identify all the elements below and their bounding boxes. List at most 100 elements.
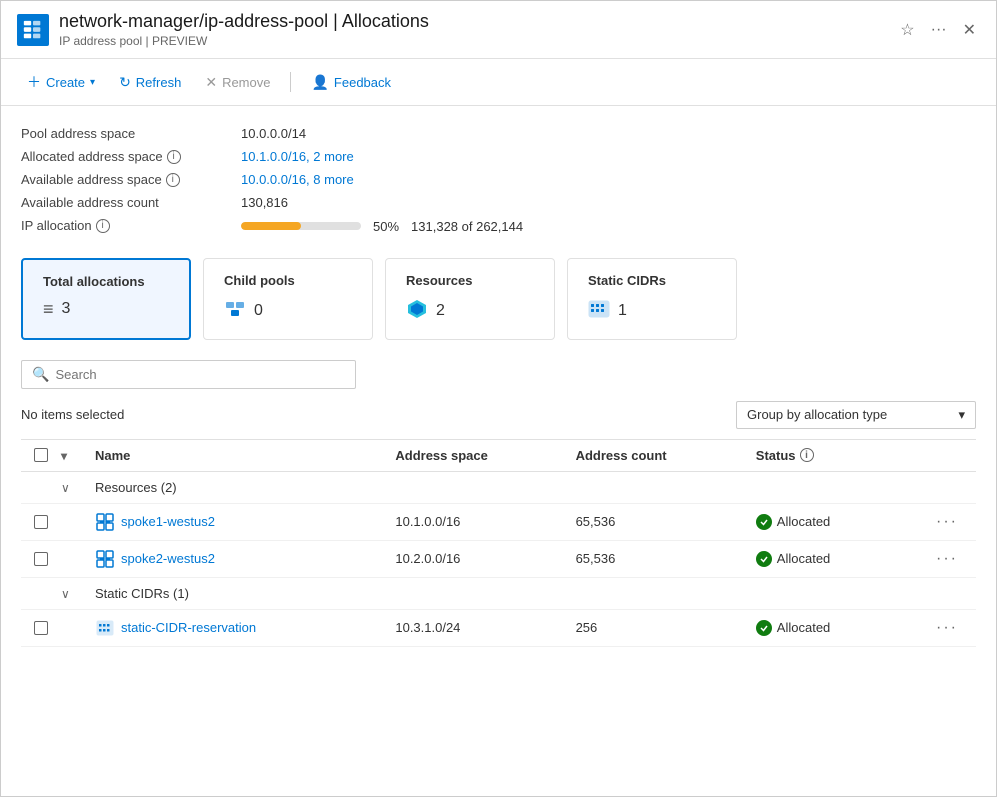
status-text-spoke2: Allocated bbox=[777, 551, 830, 566]
stat-cards-section: Total allocations ≡ 3 Child pools bbox=[21, 258, 976, 340]
chevron-down-icon: ▾ bbox=[958, 407, 965, 423]
row-status-cidr: Allocated bbox=[756, 620, 936, 636]
cidr-icon bbox=[588, 298, 610, 324]
row-check[interactable] bbox=[21, 621, 61, 635]
info-icon[interactable]: i bbox=[167, 150, 181, 164]
more-options-icon-row2[interactable]: ··· bbox=[936, 550, 958, 567]
status-check-icon-3 bbox=[756, 620, 772, 636]
app-icon bbox=[17, 14, 49, 46]
pool-address-space-value: 10.0.0.0/14 bbox=[241, 126, 306, 141]
remove-label: Remove bbox=[222, 75, 270, 90]
more-options-icon[interactable]: ··· bbox=[927, 19, 951, 41]
group-expand-icon-2[interactable]: ∨ bbox=[61, 587, 70, 601]
stat-card-total-allocations[interactable]: Total allocations ≡ 3 bbox=[21, 258, 191, 340]
data-table: ▾ Name Address space Address count Statu… bbox=[21, 439, 976, 647]
vnet-icon-2 bbox=[95, 549, 115, 569]
refresh-button[interactable]: ↻ Refresh bbox=[109, 69, 191, 96]
available-address-space-label: Available address space i bbox=[21, 172, 221, 187]
row-checkbox[interactable] bbox=[34, 515, 48, 529]
search-input[interactable] bbox=[55, 367, 345, 382]
group-chevron-2[interactable]: ∨ bbox=[61, 586, 91, 601]
list-icon: ≡ bbox=[43, 299, 54, 320]
group-by-select[interactable]: Group by allocation type ▾ bbox=[736, 401, 976, 429]
select-all-checkbox[interactable] bbox=[34, 448, 48, 462]
search-area: 🔍 bbox=[21, 360, 976, 389]
status-badge-cidr: Allocated bbox=[756, 620, 830, 636]
group-row-resources: ∨ Resources (2) bbox=[21, 472, 976, 504]
row-name-link-cidr[interactable]: static-CIDR-reservation bbox=[121, 620, 256, 635]
row-status-spoke1: Allocated bbox=[756, 514, 936, 530]
stat-card-static-cidrs-value: 1 bbox=[588, 298, 716, 324]
row-check[interactable] bbox=[21, 552, 61, 566]
header-address-space: Address space bbox=[395, 448, 575, 463]
filter-row: No items selected Group by allocation ty… bbox=[21, 401, 976, 429]
row-name-spoke2: spoke2-westus2 bbox=[91, 549, 395, 569]
stat-card-child-pools-title: Child pools bbox=[224, 273, 352, 288]
row-checkbox[interactable] bbox=[34, 552, 48, 566]
stat-card-static-cidrs[interactable]: Static CIDRs 1 bbox=[567, 258, 737, 340]
title-bar: network-manager/ip-address-pool | Alloca… bbox=[1, 1, 996, 59]
prop-pool-address-space: Pool address space 10.0.0.0/14 bbox=[21, 122, 976, 145]
row-actions-spoke2[interactable]: ··· bbox=[936, 550, 976, 568]
row-address-space-spoke2: 10.2.0.0/16 bbox=[395, 551, 575, 566]
feedback-label: Feedback bbox=[334, 75, 391, 90]
header-checkbox-col bbox=[21, 448, 61, 462]
no-items-label: No items selected bbox=[21, 407, 124, 422]
row-name-link-spoke1[interactable]: spoke1-westus2 bbox=[121, 514, 215, 529]
status-text-spoke1: Allocated bbox=[777, 514, 830, 529]
row-name-link-spoke2[interactable]: spoke2-westus2 bbox=[121, 551, 215, 566]
create-button[interactable]: ＋ Create ▾ bbox=[17, 67, 105, 97]
status-check-icon bbox=[756, 514, 772, 530]
group-expand-icon[interactable]: ∨ bbox=[61, 481, 70, 495]
more-options-icon-row1[interactable]: ··· bbox=[936, 513, 958, 530]
row-checkbox[interactable] bbox=[34, 621, 48, 635]
row-check[interactable] bbox=[21, 515, 61, 529]
create-label: Create bbox=[46, 75, 85, 90]
stat-card-total-allocations-title: Total allocations bbox=[43, 274, 169, 289]
status-badge-spoke2: Allocated bbox=[756, 551, 830, 567]
favorite-icon[interactable]: ☆ bbox=[896, 18, 918, 42]
main-content: Pool address space 10.0.0.0/14 Allocated… bbox=[1, 106, 996, 796]
resource-icon bbox=[406, 298, 428, 324]
status-text-cidr: Allocated bbox=[777, 620, 830, 635]
table-row: spoke2-westus2 10.2.0.0/16 65,536 Alloca… bbox=[21, 541, 976, 578]
sort-chevron-icon[interactable]: ▾ bbox=[61, 449, 67, 463]
progress-detail: 131,328 of 262,144 bbox=[411, 219, 523, 234]
toolbar: ＋ Create ▾ ↻ Refresh ✕ Remove 👤 Feedback bbox=[1, 59, 996, 106]
ip-allocation-label: IP allocation i bbox=[21, 218, 221, 233]
row-address-space-spoke1: 10.1.0.0/16 bbox=[395, 514, 575, 529]
page-subtitle: IP address pool | PREVIEW bbox=[59, 34, 886, 48]
group-by-label: Group by allocation type bbox=[747, 407, 887, 422]
stat-card-static-cidrs-title: Static CIDRs bbox=[588, 273, 716, 288]
search-wrapper[interactable]: 🔍 bbox=[21, 360, 356, 389]
row-actions-spoke1[interactable]: ··· bbox=[936, 513, 976, 531]
stat-card-child-pools[interactable]: Child pools 0 bbox=[203, 258, 373, 340]
close-icon[interactable]: ✕ bbox=[959, 18, 980, 42]
available-address-space-value[interactable]: 10.0.0.0/16, 8 more bbox=[241, 172, 354, 187]
prop-available-address-space: Available address space i 10.0.0.0/16, 8… bbox=[21, 168, 976, 191]
header-status: Status i bbox=[756, 448, 936, 463]
allocated-address-space-label: Allocated address space i bbox=[21, 149, 221, 164]
row-name-cidr: static-CIDR-reservation bbox=[91, 618, 395, 638]
status-info-icon[interactable]: i bbox=[800, 448, 814, 462]
available-address-count-value: 130,816 bbox=[241, 195, 288, 210]
row-actions-cidr[interactable]: ··· bbox=[936, 619, 976, 637]
info-icon-3[interactable]: i bbox=[96, 219, 110, 233]
feedback-button[interactable]: 👤 Feedback bbox=[301, 69, 401, 96]
stat-card-resources[interactable]: Resources 2 bbox=[385, 258, 555, 340]
stat-card-resources-title: Resources bbox=[406, 273, 534, 288]
prop-ip-allocation: IP allocation i 50% 131,328 of 262,144 bbox=[21, 214, 976, 238]
info-icon-2[interactable]: i bbox=[166, 173, 180, 187]
group-chevron[interactable]: ∨ bbox=[61, 480, 91, 495]
row-name-spoke1: spoke1-westus2 bbox=[91, 512, 395, 532]
allocated-address-space-value[interactable]: 10.1.0.0/16, 2 more bbox=[241, 149, 354, 164]
more-options-icon-row3[interactable]: ··· bbox=[936, 619, 958, 636]
vnet-icon bbox=[95, 512, 115, 532]
progress-bar bbox=[241, 222, 361, 230]
refresh-icon: ↻ bbox=[119, 74, 131, 91]
page-title: network-manager/ip-address-pool | Alloca… bbox=[59, 11, 886, 32]
main-window: network-manager/ip-address-pool | Alloca… bbox=[0, 0, 997, 797]
pool-address-space-label: Pool address space bbox=[21, 126, 221, 141]
remove-button[interactable]: ✕ Remove bbox=[195, 69, 280, 96]
feedback-icon: 👤 bbox=[311, 74, 328, 91]
